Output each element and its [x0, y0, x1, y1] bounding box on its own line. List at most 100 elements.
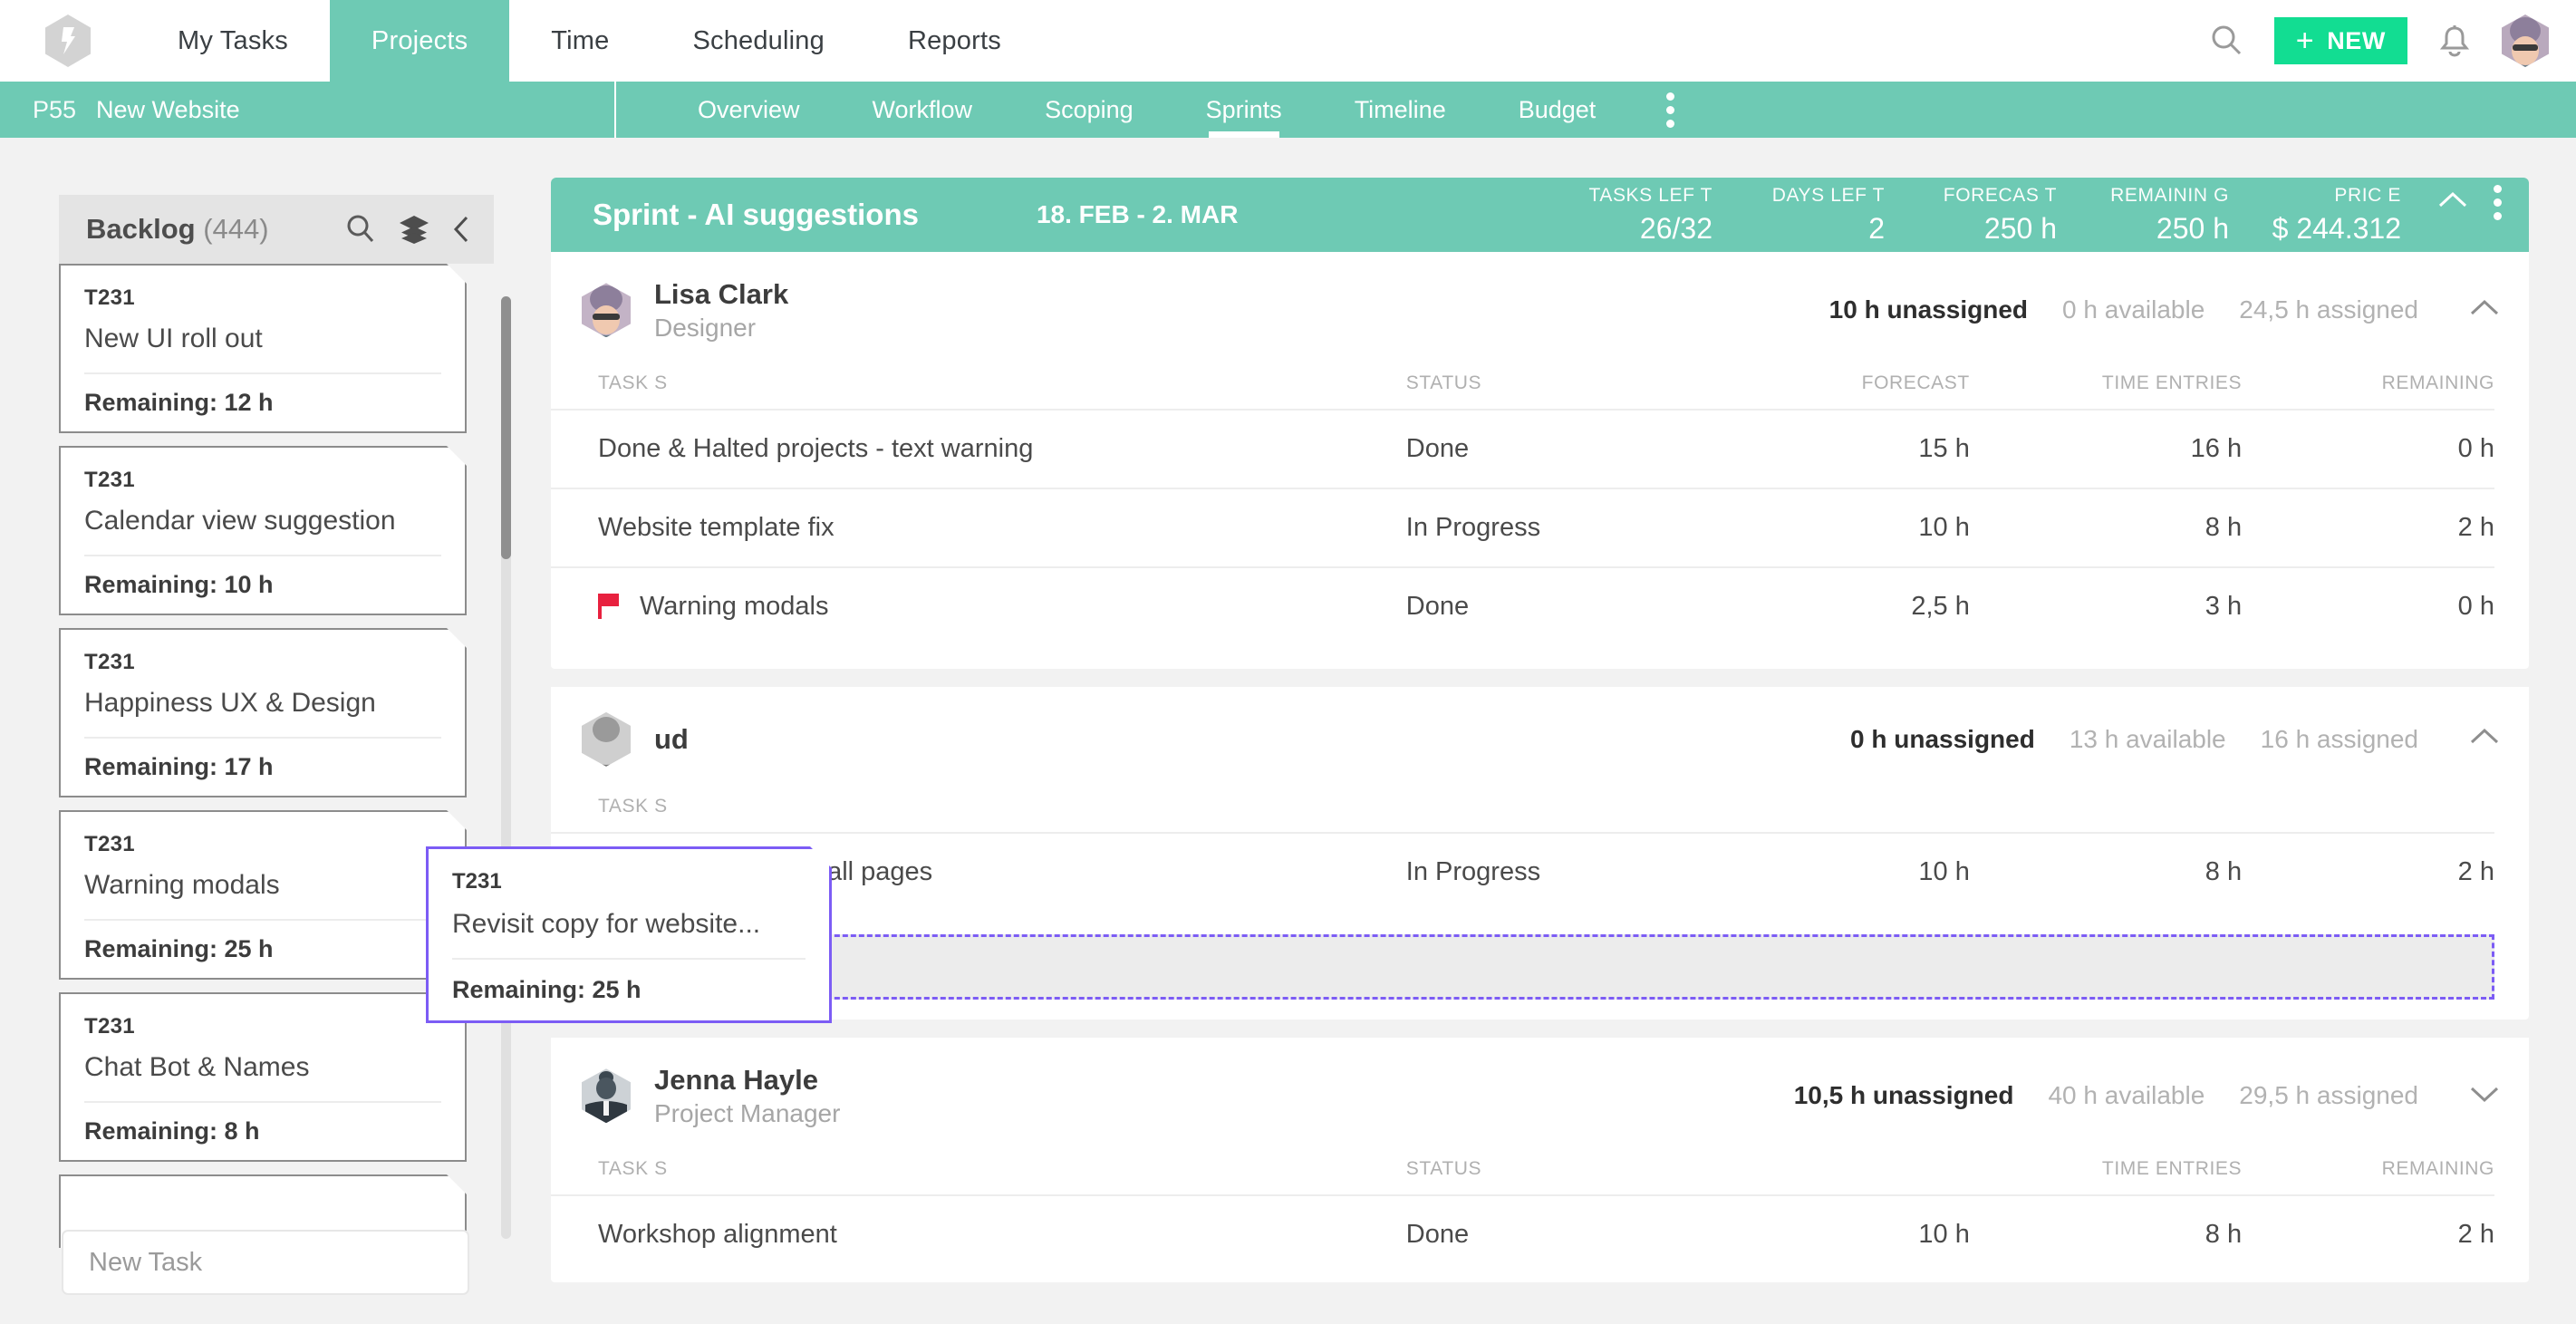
task-table: TASK S Tailor made chat to all pages In …: [551, 783, 2494, 911]
person-section: Lisa Clark Designer 10 h unassigned 0 h …: [551, 252, 2529, 669]
tab-workflow[interactable]: Workflow: [836, 82, 1009, 138]
nav-item-scheduling[interactable]: Scheduling: [651, 0, 866, 82]
nav-item-time[interactable]: Time: [509, 0, 651, 82]
new-task-input[interactable]: [62, 1230, 469, 1295]
backlog-scrollbar[interactable]: [501, 296, 511, 1239]
person-stats: 10,5 h unassigned 40 h available 29,5 h …: [1794, 1081, 2500, 1110]
table-row[interactable]: Workshop alignment Done 10 h 8 h 2 h: [551, 1194, 2494, 1273]
more-vertical-icon[interactable]: [2494, 184, 2502, 220]
column-header-remaining: REMAINING: [2381, 372, 2494, 393]
person-stats: 10 h unassigned 0 h available 24,5 h ass…: [1829, 295, 2500, 324]
flag-icon: [598, 594, 619, 620]
tab-label: Sprints: [1205, 95, 1282, 123]
nav-item-projects[interactable]: Projects: [329, 0, 510, 82]
person-role: Designer: [654, 313, 757, 342]
table-row[interactable]: Warning modals Done 2,5 h 3 h 0 h: [551, 565, 2494, 645]
search-icon[interactable]: [345, 214, 376, 245]
metric-label: FORECAS T: [1943, 184, 2057, 206]
person-available: 13 h available: [2069, 724, 2226, 753]
breadcrumb[interactable]: P55 New Website: [0, 82, 616, 138]
cell-forecast: 10 h: [1716, 1194, 1970, 1273]
tab-scoping[interactable]: Scoping: [1008, 82, 1170, 138]
person-task-table-wrap: TASK S Tailor made chat to all pages In …: [551, 783, 2529, 920]
card-title: New UI roll out: [84, 324, 441, 374]
person-section: ud 0 h unassigned 13 h available 16 h as…: [551, 686, 2529, 1020]
card-remaining: Remaining: 25 h: [84, 935, 274, 962]
metric-days-left: DAYS LEF T 2: [1713, 185, 1885, 246]
tab-sprints[interactable]: Sprints: [1170, 82, 1318, 138]
project-sub-navigation: P55 New Website Overview Workflow Scopin…: [0, 82, 2576, 138]
chevron-left-icon[interactable]: [452, 214, 472, 245]
dragged-task-card[interactable]: T231 Revisit copy for website... Remaini…: [426, 846, 832, 1023]
card-task-id: T231: [84, 650, 135, 674]
avatar[interactable]: [2502, 14, 2549, 67]
chevron-up-icon[interactable]: [2437, 190, 2468, 215]
list-item[interactable]: T231 Chat Bot & Names Remaining: 8 h: [59, 992, 467, 1162]
person-meta: Lisa Clark Designer: [654, 277, 788, 343]
sprint-header-actions: [2401, 184, 2502, 220]
cell-remaining: 2 h: [2242, 487, 2494, 567]
person-header[interactable]: ud 0 h unassigned 13 h available 16 h as…: [551, 687, 2529, 783]
chevron-up-icon[interactable]: [2469, 727, 2500, 751]
cell-task: Done & Halted projects - text warning: [551, 408, 1406, 488]
person-task-table-wrap: TASK S STATUS FORECAST TIME ENTRIES REMA…: [551, 360, 2529, 669]
layers-icon[interactable]: [398, 214, 430, 245]
person-name: Jenna Hayle: [654, 1063, 818, 1096]
bell-icon[interactable]: [2438, 24, 2471, 58]
task-cell-inner: Warning modals: [598, 592, 1406, 622]
chevron-down-icon[interactable]: [2469, 1084, 2500, 1108]
metric-label: TASKS LEF T: [1588, 184, 1713, 206]
table-header-row: TASK S: [551, 783, 2494, 833]
person-available: 0 h available: [2062, 295, 2205, 324]
scrollbar-thumb[interactable]: [501, 296, 511, 559]
backlog-card-list[interactable]: T231 New UI roll out Remaining: 12 h T23…: [59, 264, 494, 1248]
list-item[interactable]: T231 Calendar view suggestion Remaining:…: [59, 446, 467, 615]
list-item[interactable]: T231 Warning modals Remaining: 25 h: [59, 810, 467, 980]
list-item[interactable]: T231 Happiness UX & Design Remaining: 17…: [59, 628, 467, 797]
tab-overview[interactable]: Overview: [661, 82, 836, 138]
tab-timeline[interactable]: Timeline: [1318, 82, 1482, 138]
card-remaining: Remaining: 12 h: [84, 389, 274, 416]
metric-price: PRIC E $ 244.312: [2229, 185, 2401, 246]
nav-label: My Tasks: [178, 25, 288, 55]
table-row[interactable]: Done & Halted projects - text warning Do…: [551, 408, 2494, 488]
column-header-status: [1406, 783, 1717, 833]
tab-label: Overview: [698, 95, 800, 123]
cell-remaining: 2 h: [2242, 1194, 2494, 1273]
search-icon[interactable]: [2209, 24, 2243, 58]
task-drop-zone[interactable]: [582, 933, 2494, 1000]
table-header-row: TASK S STATUS FORECAST TIME ENTRIES REMA…: [551, 360, 2494, 410]
chevron-up-icon[interactable]: [2469, 298, 2500, 323]
person-header[interactable]: Lisa Clark Designer 10 h unassigned 0 h …: [551, 252, 2529, 360]
metric-label: DAYS LEF T: [1771, 184, 1885, 206]
person-name: ud: [654, 722, 689, 755]
column-header-remaining: [2242, 783, 2494, 833]
new-button-label: NEW: [2327, 26, 2386, 54]
new-button[interactable]: + NEW: [2273, 17, 2407, 64]
forecast-logo-icon[interactable]: [0, 0, 136, 82]
card-remaining: Remaining: 17 h: [84, 753, 274, 780]
tab-budget[interactable]: Budget: [1482, 82, 1633, 138]
cell-task: Warning modals: [551, 565, 1406, 645]
tab-label: Workflow: [872, 95, 973, 123]
cell-task: Workshop alignment: [551, 1194, 1406, 1273]
metric-label: REMAININ G: [2110, 184, 2229, 206]
nav-item-my-tasks[interactable]: My Tasks: [136, 0, 330, 82]
table-row[interactable]: Tailor made chat to all pages In Progres…: [551, 831, 2494, 911]
card-task-id: T231: [84, 468, 135, 492]
nav-item-reports[interactable]: Reports: [866, 0, 1043, 82]
nav-label: Time: [551, 25, 610, 55]
table-row[interactable]: Website template fix In Progress 10 h 8 …: [551, 487, 2494, 567]
top-navigation-bar: My Tasks Projects Time Scheduling Report…: [0, 0, 2576, 82]
more-vertical-icon[interactable]: [1632, 82, 1709, 138]
metric-remaining: REMAININ G 250 h: [2057, 185, 2229, 246]
nav-label: Scheduling: [692, 25, 825, 55]
project-tabs: Overview Workflow Scoping Sprints Timeli…: [616, 82, 1709, 138]
metric-value: 2: [1868, 211, 1885, 245]
person-task-table-wrap: TASK S STATUS TIME ENTRIES REMAINING Wor…: [551, 1145, 2529, 1282]
cell-status: Done: [1405, 408, 1717, 488]
person-header[interactable]: Jenna Hayle Project Manager 10,5 h unass…: [551, 1038, 2529, 1145]
list-item[interactable]: T231 New UI roll out Remaining: 12 h: [59, 264, 467, 433]
metric-value: 250 h: [1983, 211, 2057, 245]
person-available: 40 h available: [2048, 1081, 2205, 1110]
